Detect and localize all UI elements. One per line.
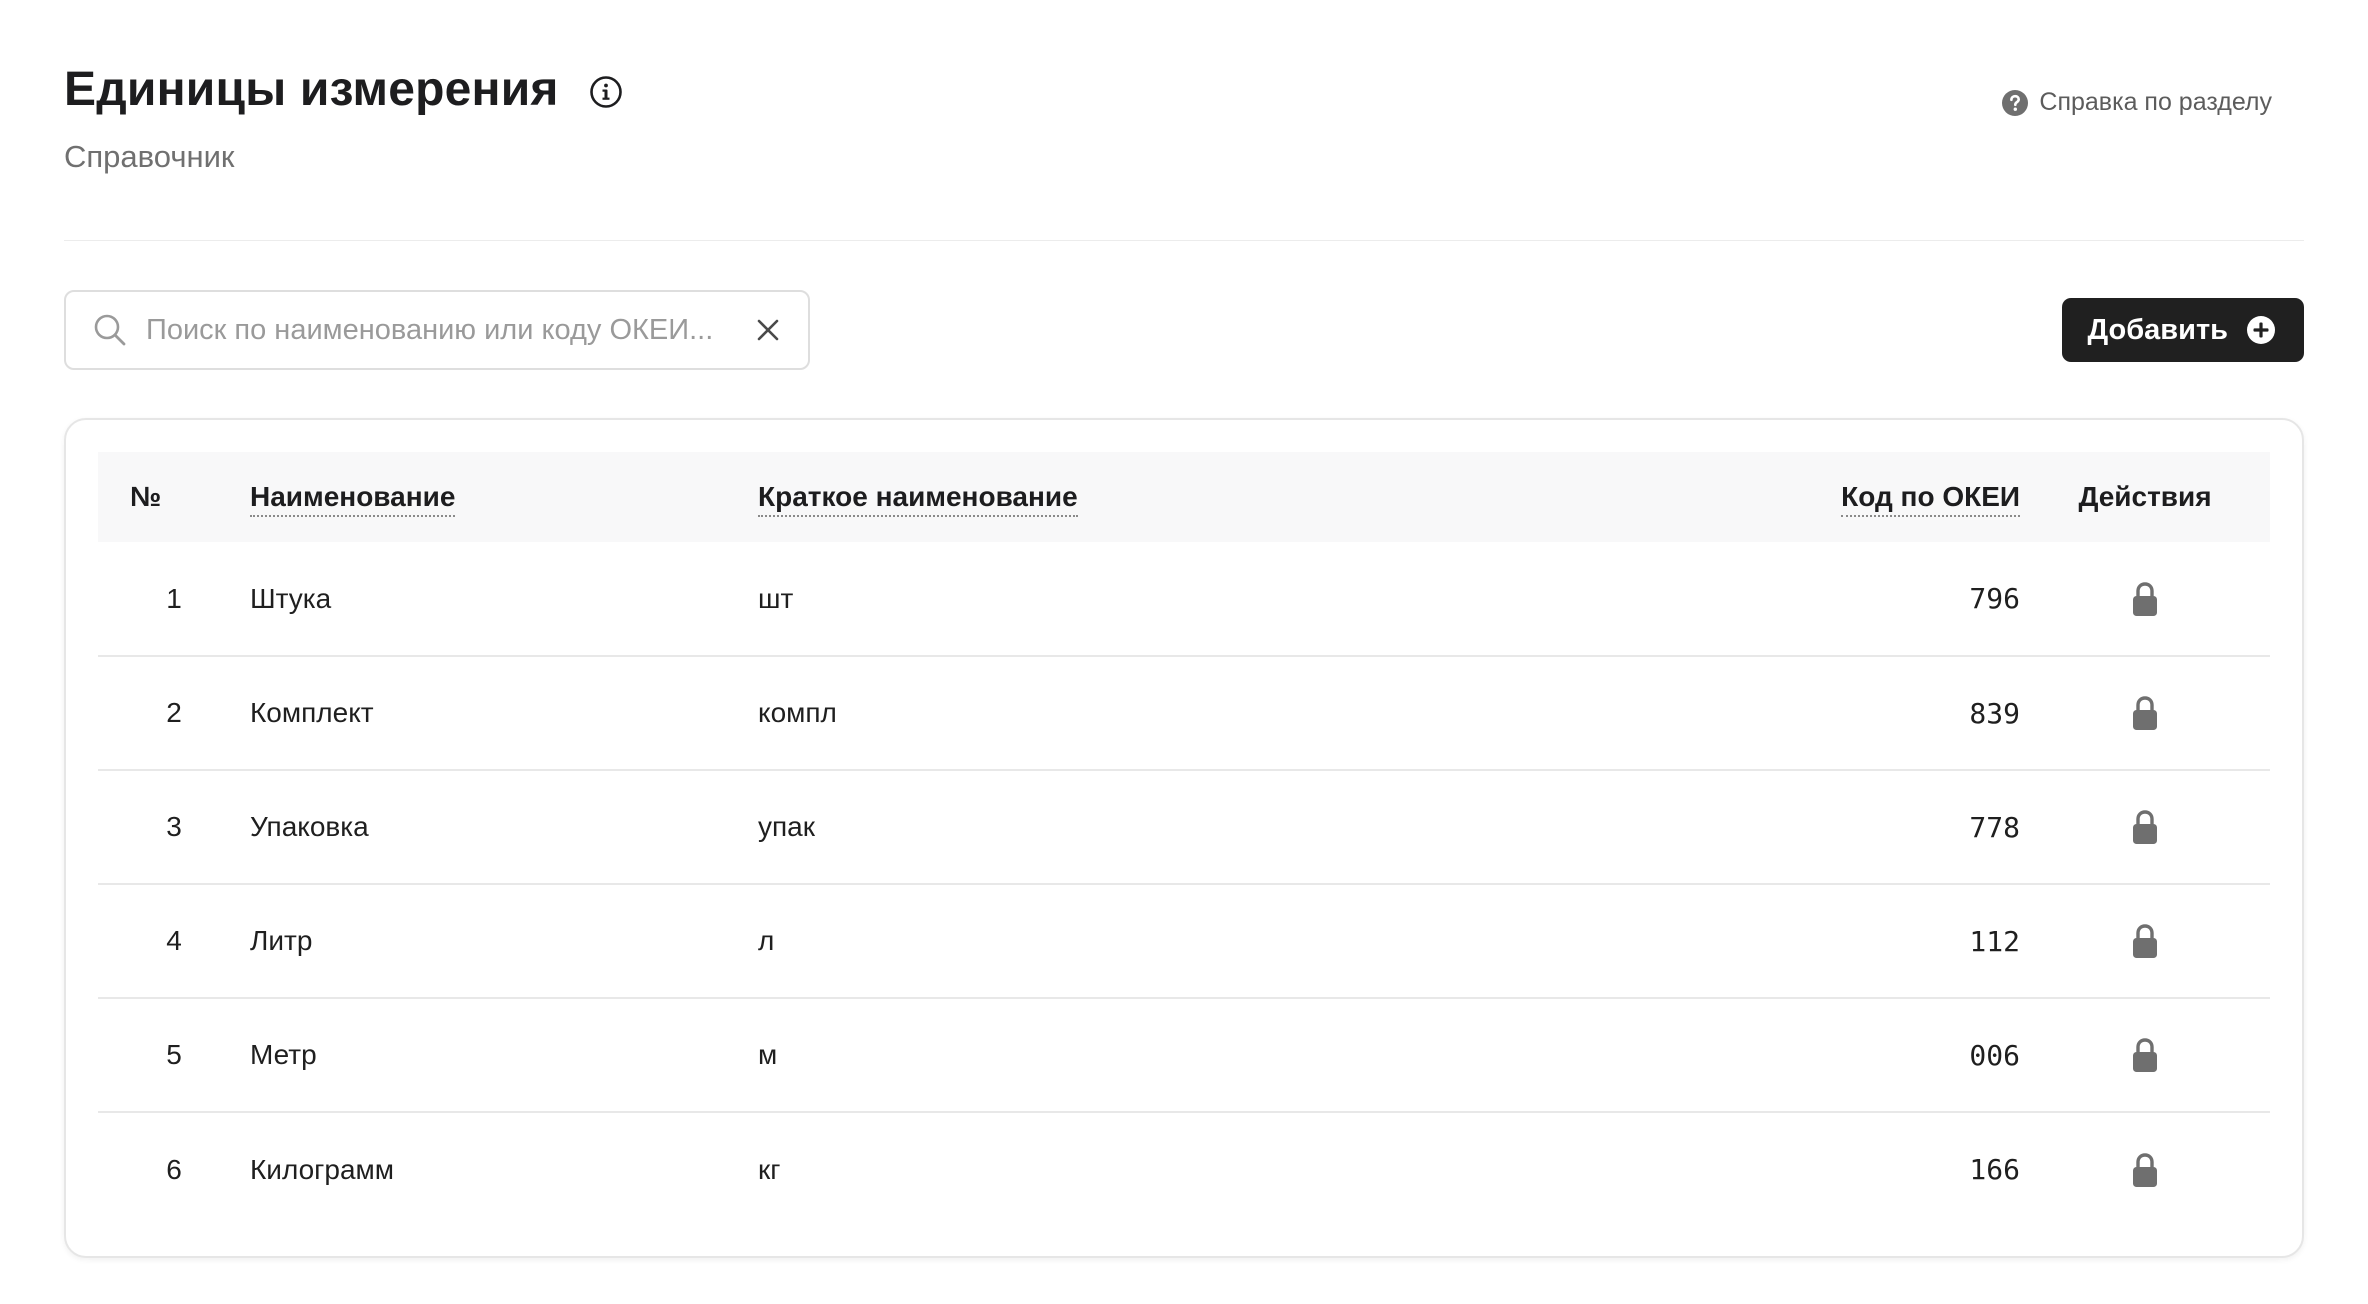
info-icon[interactable] [589, 75, 623, 109]
page: Единицы измерения Справочник Справка по … [0, 0, 2368, 1304]
cell-okei-code: 796 [1408, 542, 2020, 657]
title-row: Единицы измерения [64, 63, 2304, 117]
cell-short-name: м [758, 998, 1408, 1113]
cell-actions [2020, 1112, 2270, 1226]
search-box [64, 290, 810, 370]
page-subtitle: Справочник [64, 138, 235, 174]
help-link-label: Справка по разделу [2039, 88, 2272, 116]
cell-name: Литр [250, 884, 758, 999]
units-table-card: № Наименование Краткое наименование Код … [64, 418, 2304, 1258]
search-icon [92, 312, 128, 348]
cell-short-name: шт [758, 542, 1408, 657]
table-header: № Наименование Краткое наименование Код … [98, 452, 2270, 542]
cell-num: 2 [98, 656, 250, 771]
cell-actions [2020, 998, 2270, 1113]
table-row: 6 Килограмм кг 166 [98, 1112, 2270, 1226]
cell-short-name: кг [758, 1153, 781, 1185]
help-icon [2001, 89, 2029, 117]
column-header-name-label: Наименование [250, 481, 456, 517]
cell-name: Штука [250, 542, 758, 657]
column-header-name[interactable]: Наименование [250, 452, 758, 542]
column-header-okei-code-label: Код по ОКЕИ [1841, 481, 2020, 517]
cell-actions [2020, 884, 2270, 999]
table-header-row: № Наименование Краткое наименование Код … [98, 452, 2270, 542]
cell-name: Упаковка [250, 770, 758, 885]
cell-okei-code: 166 [1408, 1112, 2020, 1226]
column-header-actions-label: Действия [2078, 481, 2212, 512]
cell-num: 4 [98, 884, 250, 999]
cell-num: 5 [98, 998, 250, 1113]
plus-circle-icon [2246, 315, 2276, 345]
clear-icon[interactable] [754, 316, 782, 344]
okei-code-value: 839 [1969, 696, 2020, 730]
table-row: 4 Литр л 112 [98, 884, 2270, 999]
cell-name: Комплект [250, 656, 758, 771]
lock-icon[interactable] [2130, 580, 2160, 618]
okei-code-value: 112 [1969, 924, 2020, 958]
lock-icon[interactable] [2130, 808, 2160, 846]
cell-actions [2020, 656, 2270, 771]
search-input[interactable] [146, 313, 738, 347]
page-title: Единицы измерения [64, 63, 559, 116]
help-link[interactable]: Справка по разделу [2001, 88, 2272, 117]
okei-code-value: 166 [1969, 1153, 2020, 1186]
add-button-label: Добавить [2087, 313, 2228, 346]
column-header-num-label: № [130, 481, 162, 512]
table-row: 2 Комплект компл 839 [98, 656, 2270, 771]
add-button[interactable]: Добавить [2061, 298, 2304, 362]
units-table: № Наименование Краткое наименование Код … [98, 452, 2270, 1226]
cell-num: 1 [98, 542, 250, 657]
cell-num: 6 [166, 1153, 182, 1185]
lock-icon[interactable] [2130, 922, 2160, 960]
cell-okei-code: 112 [1408, 884, 2020, 999]
cell-okei-code: 839 [1408, 656, 2020, 771]
lock-icon[interactable] [2130, 1036, 2160, 1074]
okei-code-value: 796 [1969, 582, 2020, 615]
table-body: 1 Штука шт 796 2 Комплект компл 839 3 Уп… [98, 542, 2270, 1226]
page-header: Единицы измерения Справочник Справка по … [64, 63, 2304, 175]
okei-code-value: 006 [1969, 1038, 2020, 1072]
cell-short-name: л [758, 884, 1408, 999]
cell-okei-code: 006 [1408, 998, 2020, 1113]
column-header-short-name[interactable]: Краткое наименование [758, 452, 1408, 542]
lock-icon[interactable] [2130, 694, 2160, 732]
cell-short-name: упак [758, 770, 1408, 885]
column-header-short-name-label: Краткое наименование [758, 481, 1078, 517]
header-divider [64, 240, 2304, 241]
column-header-okei-code[interactable]: Код по ОКЕИ [1408, 452, 2020, 542]
table-row: 1 Штука шт 796 [98, 542, 2270, 657]
cell-okei-code: 778 [1408, 770, 2020, 885]
cell-actions [2020, 770, 2270, 885]
cell-name: Килограмм [250, 1153, 395, 1185]
column-header-actions: Действия [2020, 452, 2270, 542]
cell-name: Метр [250, 998, 758, 1113]
table-row: 3 Упаковка упак 778 [98, 770, 2270, 885]
table-row: 5 Метр м 006 [98, 998, 2270, 1113]
okei-code-value: 778 [1969, 810, 2020, 844]
column-header-num: № [98, 452, 250, 542]
cell-short-name: компл [758, 656, 1408, 771]
cell-num: 3 [98, 770, 250, 885]
cell-actions [2020, 542, 2270, 657]
lock-icon[interactable] [2130, 1151, 2160, 1189]
